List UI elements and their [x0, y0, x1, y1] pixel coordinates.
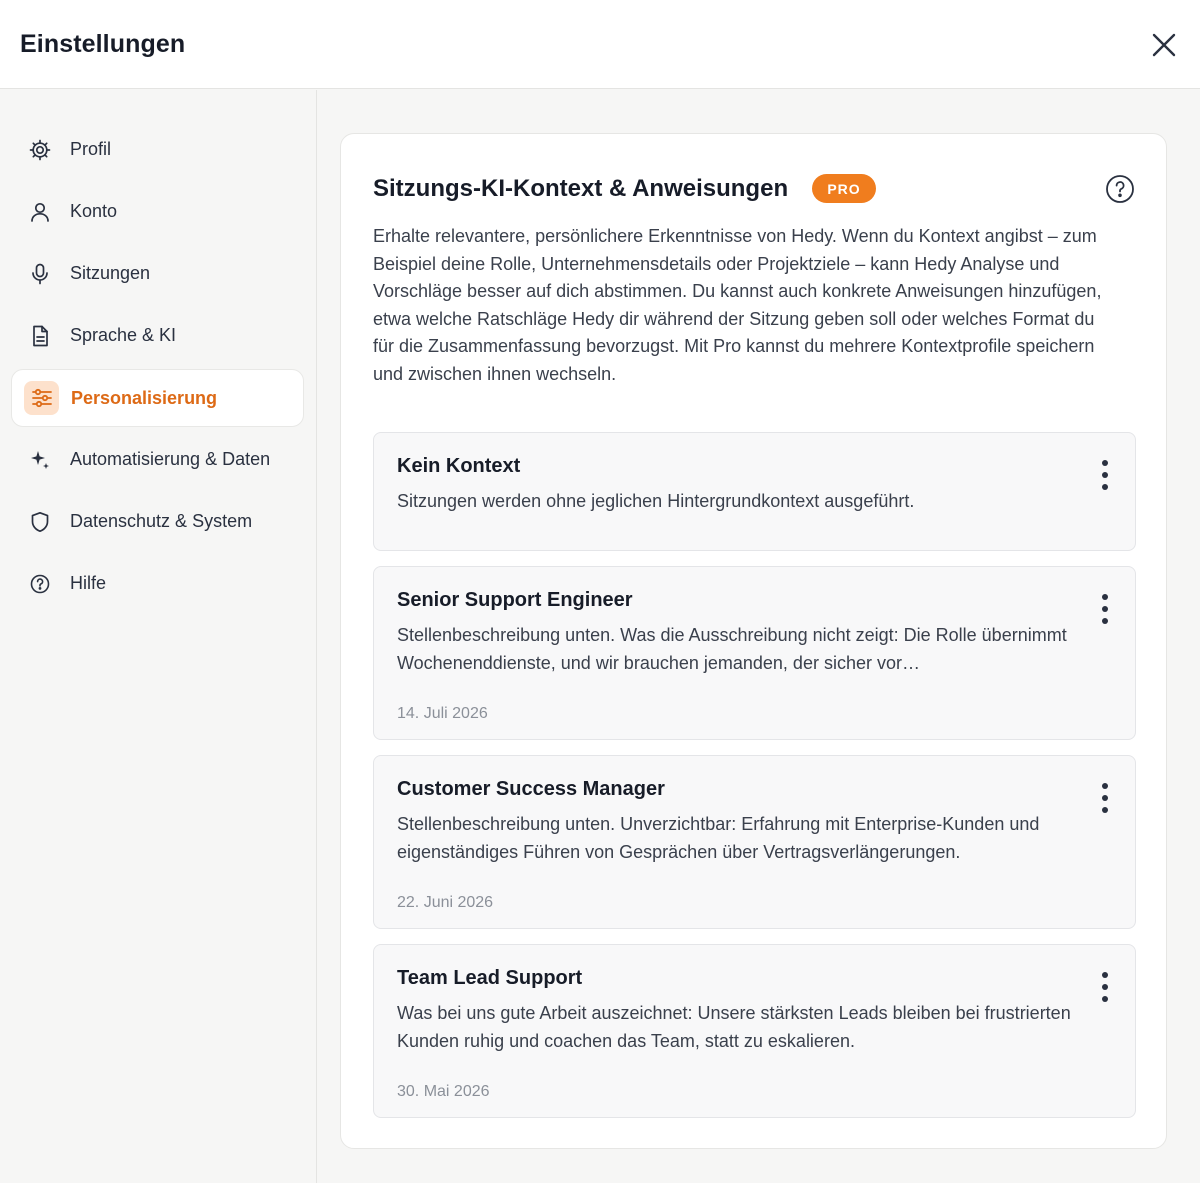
- context-profile-card[interactable]: Senior Support Engineer Stellenbeschreib…: [373, 566, 1136, 740]
- profile-title: Team Lead Support: [397, 967, 583, 989]
- sidebar-item-label: Profil: [70, 139, 112, 159]
- sidebar-item-profil[interactable]: Profil: [11, 121, 304, 179]
- settings-sidebar: Profil Konto Sitzungen Sprache & KI Pers…: [0, 90, 317, 1183]
- sidebar-item-label: Automatisierung & Daten: [70, 449, 271, 469]
- sidebar-item-label: Hilfe: [70, 573, 107, 593]
- sidebar-item-personalisierung[interactable]: Personalisierung: [11, 369, 304, 427]
- profile-menu-button[interactable]: [1092, 969, 1118, 1005]
- shield-icon: [27, 509, 53, 535]
- profile-description: Stellenbeschreibung unten. Unverzichtbar…: [397, 814, 1040, 862]
- sidebar-item-konto[interactable]: Konto: [11, 183, 304, 241]
- profile-title: Customer Success Manager: [397, 778, 665, 800]
- section-description: Erhalte relevantere, persönlichere Erken…: [373, 226, 1102, 384]
- context-profile-card[interactable]: Team Lead Support Was bei uns gute Arbei…: [373, 944, 1136, 1118]
- sidebar-item-label: Personalisierung: [71, 388, 218, 408]
- sidebar-item-sitzungen[interactable]: Sitzungen: [11, 245, 304, 303]
- sidebar-item-label: Sprache & KI: [70, 325, 177, 345]
- dialog-title: Einstellungen: [20, 30, 186, 58]
- more-vertical-icon: [1102, 594, 1108, 624]
- sidebar-item-hilfe[interactable]: Hilfe: [11, 555, 304, 613]
- more-vertical-icon: [1102, 972, 1108, 1002]
- profile-date: 30. Mai 2026: [397, 1083, 490, 1100]
- profile-title: Kein Kontext: [397, 455, 521, 477]
- more-vertical-icon: [1102, 460, 1108, 490]
- profile-date: 22. Juni 2026: [397, 894, 494, 911]
- more-vertical-icon: [1102, 783, 1108, 813]
- profile-menu-button[interactable]: [1092, 457, 1118, 493]
- help-button[interactable]: [1104, 173, 1135, 204]
- sidebar-item-label: Datenschutz & System: [70, 511, 253, 531]
- sidebar-item-automatisierung[interactable]: Automatisierung & Daten: [11, 431, 304, 489]
- sidebar-item-label: Sitzungen: [70, 263, 151, 283]
- section-title: Sitzungs-KI-Kontext & Anweisungen: [373, 175, 789, 202]
- help-circle-icon: [27, 571, 53, 597]
- profile-description: Was bei uns gute Arbeit auszeichnet: Uns…: [397, 1003, 1071, 1051]
- microphone-icon: [27, 261, 53, 287]
- personalization-card: Sitzungs-KI-Kontext & Anweisungen PRO Er…: [340, 133, 1167, 1149]
- context-profile-card[interactable]: Kein Kontext Sitzungen werden ohne jegli…: [373, 432, 1136, 551]
- context-profile-card[interactable]: Customer Success Manager Stellenbeschrei…: [373, 755, 1136, 929]
- gear-icon: [27, 137, 53, 163]
- sidebar-item-label: Konto: [70, 201, 118, 221]
- close-button[interactable]: [1147, 28, 1181, 62]
- sidebar-item-sprache-ki[interactable]: Sprache & KI: [11, 307, 304, 365]
- help-circle-icon: [1105, 174, 1134, 203]
- profile-description: Stellenbeschreibung unten. Was die Aussc…: [397, 625, 1067, 673]
- profile-menu-button[interactable]: [1092, 591, 1118, 627]
- dialog-header: Einstellungen: [0, 0, 1200, 89]
- profile-date: 14. Juli 2026: [397, 705, 488, 722]
- close-icon: [1152, 33, 1176, 57]
- profile-description: Sitzungen werden ohne jeglichen Hintergr…: [397, 491, 915, 511]
- sliders-icon: [24, 381, 59, 415]
- profile-title: Senior Support Engineer: [397, 589, 633, 611]
- profile-menu-button[interactable]: [1092, 780, 1118, 816]
- sidebar-item-datenschutz[interactable]: Datenschutz & System: [11, 493, 304, 551]
- sparkles-icon: [27, 447, 53, 473]
- document-icon: [27, 323, 53, 349]
- user-icon: [27, 199, 53, 225]
- pro-badge: PRO: [812, 174, 876, 203]
